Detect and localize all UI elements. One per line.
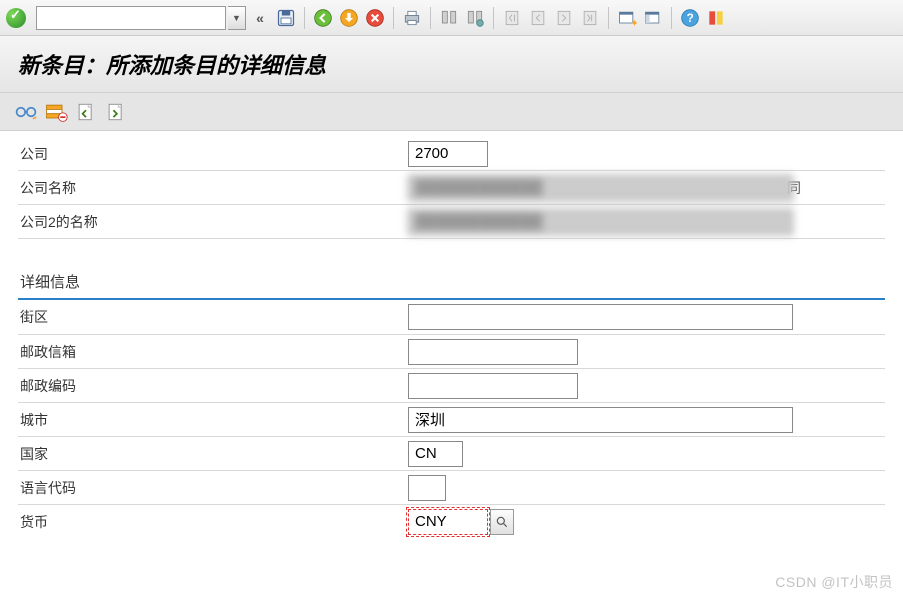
company-input[interactable] bbox=[408, 141, 488, 167]
help-icon[interactable]: ? bbox=[678, 6, 702, 30]
city-label: 城市 bbox=[18, 410, 408, 430]
exit-icon[interactable] bbox=[337, 6, 361, 30]
search-help-button[interactable] bbox=[490, 509, 514, 535]
pobox-input[interactable] bbox=[408, 339, 578, 365]
back-icon[interactable] bbox=[311, 6, 335, 30]
company2-input[interactable] bbox=[408, 209, 793, 235]
currency-label: 货币 bbox=[18, 512, 408, 532]
company2-label: 公司2的名称 bbox=[18, 212, 408, 232]
lang-label: 语言代码 bbox=[18, 478, 408, 498]
find-icon[interactable] bbox=[437, 6, 461, 30]
company-label: 公司 bbox=[18, 144, 408, 164]
search-icon bbox=[495, 515, 509, 529]
separator bbox=[671, 7, 672, 29]
find-next-icon[interactable] bbox=[463, 6, 487, 30]
save-icon[interactable] bbox=[274, 6, 298, 30]
street-label: 街区 bbox=[18, 307, 408, 327]
country-label: 国家 bbox=[18, 444, 408, 464]
cancel-icon[interactable] bbox=[363, 6, 387, 30]
customize-icon[interactable] bbox=[704, 6, 728, 30]
command-dropdown[interactable]: ▼ bbox=[228, 6, 246, 30]
section-title: 详细信息 bbox=[18, 265, 885, 300]
prev-page-icon[interactable] bbox=[526, 6, 550, 30]
company-name-input[interactable] bbox=[408, 175, 793, 201]
system-toolbar: ▼ « ✦ ? bbox=[0, 0, 903, 36]
separator bbox=[393, 7, 394, 29]
lang-input[interactable] bbox=[408, 475, 446, 501]
doc-next-icon[interactable] bbox=[104, 100, 128, 124]
last-page-icon[interactable] bbox=[578, 6, 602, 30]
separator bbox=[493, 7, 494, 29]
print-icon[interactable] bbox=[400, 6, 424, 30]
country-input[interactable] bbox=[408, 441, 463, 467]
svg-text:?: ? bbox=[687, 12, 694, 25]
detail-section: 街区 邮政信箱 邮政编码 城市 国家 语言代码 货币 bbox=[0, 300, 903, 538]
street-input[interactable] bbox=[408, 304, 793, 330]
currency-input[interactable] bbox=[408, 509, 488, 535]
next-page-icon[interactable] bbox=[552, 6, 576, 30]
command-field[interactable] bbox=[36, 6, 226, 30]
glasses-icon[interactable] bbox=[14, 100, 38, 124]
separator bbox=[608, 7, 609, 29]
separator bbox=[304, 7, 305, 29]
new-session-icon[interactable]: ✦ bbox=[615, 6, 639, 30]
first-page-icon[interactable] bbox=[500, 6, 524, 30]
company-name-label: 公司名称 bbox=[18, 178, 408, 198]
doc-prev-icon[interactable] bbox=[74, 100, 98, 124]
table-delete-icon[interactable] bbox=[44, 100, 68, 124]
history-back-icon[interactable]: « bbox=[248, 6, 272, 30]
separator bbox=[430, 7, 431, 29]
postcode-label: 邮政编码 bbox=[18, 376, 408, 396]
app-toolbar bbox=[0, 93, 903, 131]
pobox-label: 邮政信箱 bbox=[18, 342, 408, 362]
watermark: CSDN @IT小职员 bbox=[775, 572, 893, 592]
layout-icon[interactable] bbox=[641, 6, 665, 30]
postcode-input[interactable] bbox=[408, 373, 578, 399]
status-ok-icon bbox=[6, 8, 26, 28]
svg-text:✦: ✦ bbox=[630, 18, 637, 28]
city-input[interactable] bbox=[408, 407, 793, 433]
page-title: 新条目：所添加条目的详细信息 bbox=[0, 36, 903, 93]
form-header-block: 公司 公司名称 同 公司2的名称 bbox=[0, 131, 903, 239]
